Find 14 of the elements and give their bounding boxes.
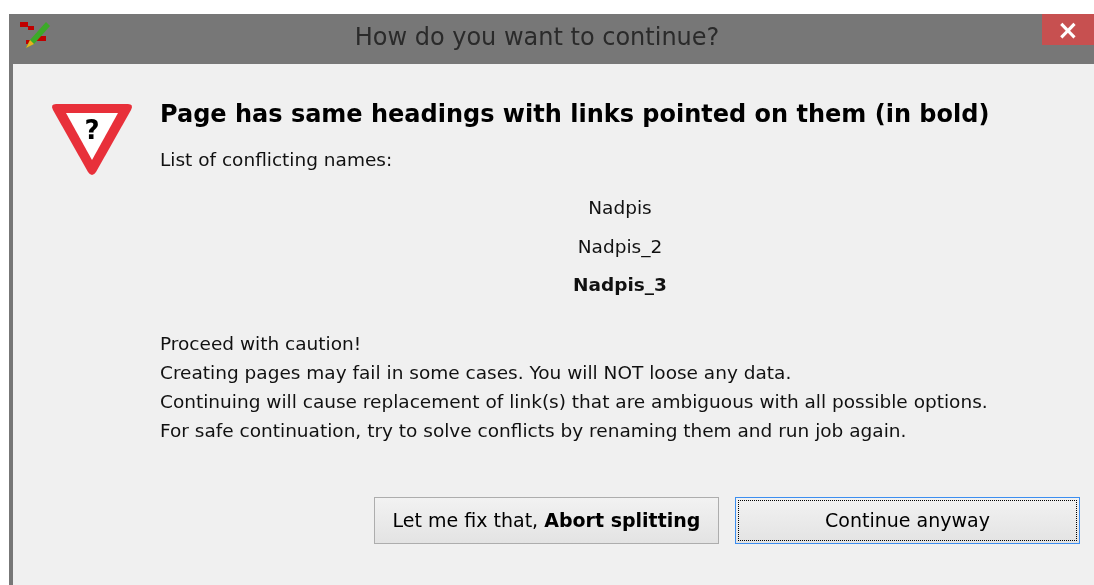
list-label: List of conflicting names:	[160, 148, 394, 172]
dialog-button[interactable]: Continue anyway	[735, 497, 1080, 544]
message-line: Creating pages may fail in some cases. You will NOT loose any data.	[160, 361, 793, 385]
conflicting-name: Nadpis	[588, 195, 652, 220]
conflicting-name: Nadpis_2	[577, 234, 663, 260]
dialog-button[interactable]: Let me fix that, Abort splitting	[374, 497, 719, 544]
message-line: Proceed with caution!	[160, 332, 363, 356]
message-line: For safe continuation, try to solve conflicts by renaming them and run job again.	[160, 419, 908, 443]
close-button[interactable]: ×	[1042, 14, 1094, 45]
message-line: Continuing will cause replacement of link(s) that are ambiguous with all possible options.	[160, 390, 989, 414]
question-mark: ?	[83, 115, 100, 145]
conflicting-name: Nadpis_3	[573, 273, 667, 298]
window-title: How do you want to continue?	[353, 22, 721, 53]
dialog-heading: Page has same headings with links pointed on them (in bold)	[160, 99, 991, 130]
